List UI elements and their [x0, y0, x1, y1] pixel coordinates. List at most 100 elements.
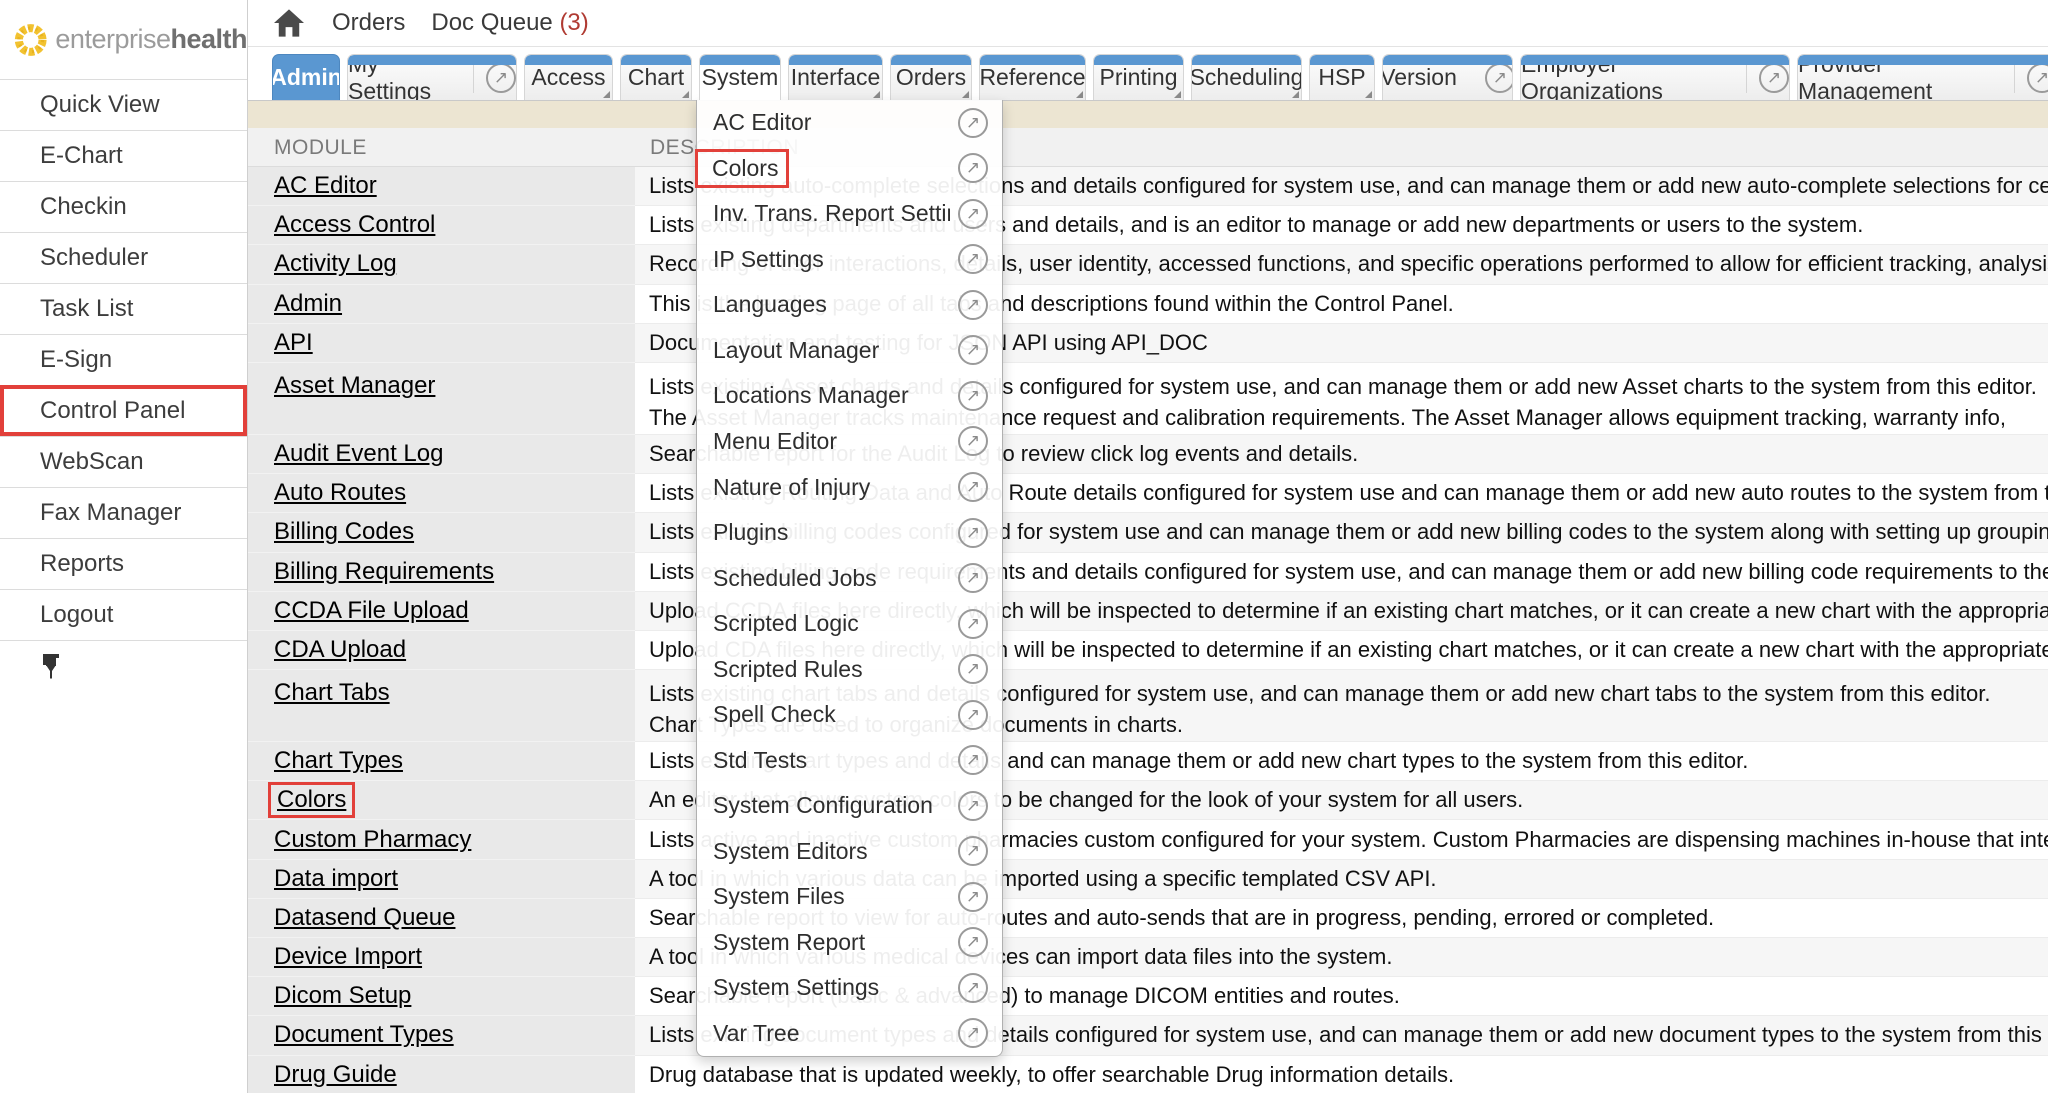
menu-item-nature-of-injury[interactable]: Nature of Injury↗ [697, 464, 1002, 510]
open-in-new-icon[interactable]: ↗ [958, 1018, 988, 1048]
module-link-access-control[interactable]: Access Control [274, 211, 435, 239]
menu-item-plugins[interactable]: Plugins↗ [697, 510, 1002, 556]
open-in-new-icon[interactable]: ↗ [958, 518, 988, 548]
menu-item-inv-trans-report-settings[interactable]: Inv. Trans. Report Settings↗ [697, 191, 1002, 237]
sidebar-item-e-sign[interactable]: E-Sign [0, 334, 247, 385]
module-link-document-types[interactable]: Document Types [274, 1021, 454, 1049]
module-link-colors[interactable]: Colors [268, 782, 355, 818]
menu-item-layout-manager[interactable]: Layout Manager↗ [697, 328, 1002, 374]
module-link-chart-tabs[interactable]: Chart Tabs [274, 679, 390, 707]
sidebar-item-logout[interactable]: Logout [0, 589, 247, 640]
module-link-drug-guide[interactable]: Drug Guide [274, 1061, 397, 1089]
sidebar-item-e-chart[interactable]: E-Chart [0, 130, 247, 181]
table-row: Device ImportA tool in which various med… [248, 938, 2048, 977]
sidebar-pin-item[interactable] [0, 640, 247, 691]
open-in-new-icon[interactable]: ↗ [958, 654, 988, 684]
menu-item-colors[interactable]: Colors↗ [697, 146, 1002, 192]
module-link-activity-log[interactable]: Activity Log [274, 250, 397, 278]
home-icon[interactable] [272, 8, 306, 38]
tab-interface[interactable]: Interface [788, 54, 883, 100]
tab-employer-organizations[interactable]: Employer Organizations↗ [1520, 54, 1790, 100]
open-in-new-icon[interactable]: ↗ [958, 791, 988, 821]
menu-item-menu-editor[interactable]: Menu Editor↗ [697, 419, 1002, 465]
module-link-billing-codes[interactable]: Billing Codes [274, 518, 414, 546]
tab-scheduling[interactable]: Scheduling [1191, 54, 1302, 100]
menu-item-system-editors[interactable]: System Editors↗ [697, 829, 1002, 875]
open-in-new-icon[interactable]: ↗ [958, 244, 988, 274]
open-in-new-icon[interactable]: ↗ [958, 426, 988, 456]
module-link-chart-types[interactable]: Chart Types [274, 747, 403, 775]
menu-item-ip-settings[interactable]: IP Settings↗ [697, 237, 1002, 283]
tab-label: Chart [628, 64, 684, 91]
tab-my-settings[interactable]: My Settings↗ [347, 54, 517, 100]
open-in-new-icon[interactable]: ↗ [2027, 63, 2048, 93]
sidebar-item-control-panel[interactable]: Control Panel [0, 385, 247, 436]
open-in-new-icon[interactable]: ↗ [958, 882, 988, 912]
tab-provider-management[interactable]: Provider Management↗ [1797, 54, 2048, 100]
menu-item-languages[interactable]: Languages↗ [697, 282, 1002, 328]
module-link-custom-pharmacy[interactable]: Custom Pharmacy [274, 826, 471, 854]
module-link-auto-routes[interactable]: Auto Routes [274, 479, 406, 507]
tab-hsp[interactable]: HSP [1309, 54, 1375, 100]
tab-system[interactable]: System [699, 54, 781, 100]
module-link-audit-event-log[interactable]: Audit Event Log [274, 440, 443, 468]
tab-orders[interactable]: Orders [890, 54, 972, 100]
tab-printing[interactable]: Printing [1093, 54, 1184, 100]
breadcrumb-doc-queue[interactable]: Doc Queue (3) [431, 9, 588, 37]
menu-item-scripted-logic[interactable]: Scripted Logic↗ [697, 601, 1002, 647]
open-in-new-icon[interactable]: ↗ [958, 609, 988, 639]
open-in-new-icon[interactable]: ↗ [958, 381, 988, 411]
sidebar-item-quick-view[interactable]: Quick View [0, 79, 247, 130]
menu-item-spell-check[interactable]: Spell Check↗ [697, 692, 1002, 738]
open-in-new-icon[interactable]: ↗ [958, 563, 988, 593]
open-in-new-icon[interactable]: ↗ [958, 745, 988, 775]
open-in-new-icon[interactable]: ↗ [958, 335, 988, 365]
module-link-billing-requirements[interactable]: Billing Requirements [274, 558, 494, 586]
open-in-new-icon[interactable]: ↗ [958, 472, 988, 502]
tab-accent-cap [1094, 55, 1183, 65]
sidebar-item-webscan[interactable]: WebScan [0, 436, 247, 487]
open-in-new-icon[interactable]: ↗ [958, 973, 988, 1003]
open-in-new-icon[interactable]: ↗ [958, 108, 988, 138]
menu-item-system-report[interactable]: System Report↗ [697, 920, 1002, 966]
menu-item-system-files[interactable]: System Files↗ [697, 874, 1002, 920]
sidebar-item-fax-manager[interactable]: Fax Manager [0, 487, 247, 538]
open-in-new-icon[interactable]: ↗ [958, 927, 988, 957]
open-in-new-icon[interactable]: ↗ [486, 63, 516, 93]
sidebar-item-checkin[interactable]: Checkin [0, 181, 247, 232]
module-link-ccda-file-upload[interactable]: CCDA File Upload [274, 597, 469, 625]
tab-version[interactable]: Version↗ [1382, 54, 1513, 100]
menu-item-system-configuration[interactable]: System Configuration↗ [697, 783, 1002, 829]
open-in-new-icon[interactable]: ↗ [1485, 63, 1513, 93]
module-link-datasend-queue[interactable]: Datasend Queue [274, 904, 455, 932]
tab-reference[interactable]: Reference [979, 54, 1086, 100]
menu-item-scripted-rules[interactable]: Scripted Rules↗ [697, 646, 1002, 692]
open-in-new-icon[interactable]: ↗ [958, 199, 988, 229]
open-in-new-icon[interactable]: ↗ [1759, 63, 1789, 93]
open-in-new-icon[interactable]: ↗ [958, 836, 988, 866]
sidebar-item-reports[interactable]: Reports [0, 538, 247, 589]
tab-access[interactable]: Access [524, 54, 613, 100]
sidebar-item-task-list[interactable]: Task List [0, 283, 247, 334]
menu-item-locations-manager[interactable]: Locations Manager↗ [697, 373, 1002, 419]
tab-chart[interactable]: Chart [620, 54, 692, 100]
module-link-admin[interactable]: Admin [274, 290, 342, 318]
module-link-cda-upload[interactable]: CDA Upload [274, 636, 406, 664]
module-link-asset-manager[interactable]: Asset Manager [274, 372, 435, 400]
module-link-ac-editor[interactable]: AC Editor [274, 172, 377, 200]
module-link-dicom-setup[interactable]: Dicom Setup [274, 982, 411, 1010]
tab-admin[interactable]: Admin [272, 54, 340, 100]
module-link-device-import[interactable]: Device Import [274, 943, 422, 971]
menu-item-scheduled-jobs[interactable]: Scheduled Jobs↗ [697, 555, 1002, 601]
menu-item-var-tree[interactable]: Var Tree↗ [697, 1011, 1002, 1057]
open-in-new-icon[interactable]: ↗ [958, 700, 988, 730]
module-link-data-import[interactable]: Data import [274, 865, 398, 893]
menu-item-system-settings[interactable]: System Settings↗ [697, 965, 1002, 1011]
breadcrumb-orders[interactable]: Orders [332, 9, 405, 37]
module-link-api[interactable]: API [274, 329, 313, 357]
menu-item-ac-editor[interactable]: AC Editor↗ [697, 100, 1002, 146]
open-in-new-icon[interactable]: ↗ [958, 290, 988, 320]
menu-item-std-tests[interactable]: Std Tests↗ [697, 737, 1002, 783]
open-in-new-icon[interactable]: ↗ [958, 153, 988, 183]
sidebar-item-scheduler[interactable]: Scheduler [0, 232, 247, 283]
